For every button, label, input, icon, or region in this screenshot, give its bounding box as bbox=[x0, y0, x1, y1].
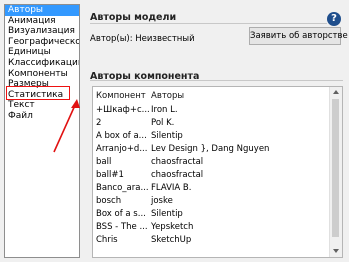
component-cell: A box of a... bbox=[96, 131, 147, 141]
component-cell: Arranjo+d... bbox=[96, 144, 148, 154]
authors-cell: FLAVIA B. bbox=[151, 183, 192, 193]
sidebar-item-file[interactable]: Файл bbox=[5, 111, 79, 122]
authors-cell: Lev Design }, Dang Nguyen bbox=[151, 144, 270, 154]
scroll-thumb[interactable] bbox=[332, 99, 339, 237]
table-scrollbar[interactable] bbox=[329, 87, 342, 257]
authors-cell: chaosfractal bbox=[151, 170, 204, 180]
authors-cell: Iron L. bbox=[151, 105, 178, 115]
authors-cell: Silentip bbox=[151, 131, 183, 141]
divider bbox=[90, 80, 343, 81]
column-header-component[interactable]: Компонент bbox=[96, 91, 146, 101]
sidebar-item-authors[interactable]: Авторы bbox=[5, 5, 79, 16]
help-icon[interactable]: ? bbox=[327, 12, 341, 26]
divider bbox=[90, 23, 327, 24]
authors-cell: Silentip bbox=[151, 209, 183, 219]
authors-cell: joske bbox=[151, 196, 173, 206]
scroll-up-icon[interactable] bbox=[333, 90, 339, 94]
component-cell: 2 bbox=[96, 118, 102, 128]
authors-cell: Yepsketch bbox=[151, 222, 194, 232]
authors-cell: chaosfractal bbox=[151, 157, 204, 167]
table-row[interactable]: ball#1 chaosfractal bbox=[93, 170, 333, 182]
component-cell: Banco_ara... bbox=[96, 183, 149, 193]
model-author-label: Автор(ы): Неизвестный bbox=[90, 34, 195, 44]
table-row[interactable]: ball chaosfractal bbox=[93, 157, 333, 169]
claim-authorship-button[interactable]: Заявить об авторстве bbox=[249, 27, 348, 45]
table-row[interactable]: Banco_ara... FLAVIA B. bbox=[93, 183, 333, 195]
sidebar-item-dimensions[interactable]: Размеры bbox=[5, 79, 79, 90]
table-row[interactable]: +Шкаф+с... Iron L. bbox=[93, 105, 333, 117]
component-cell: Box of a s... bbox=[96, 209, 146, 219]
sidebar-item-components[interactable]: Компоненты bbox=[5, 69, 79, 80]
authors-cell: Pol K. bbox=[151, 118, 175, 128]
table-row[interactable]: Chris SketchUp bbox=[93, 235, 333, 247]
column-header-authors[interactable]: Авторы bbox=[151, 91, 184, 101]
sidebar-nav-list[interactable]: Авторы Анимация Визуализация Географичес… bbox=[4, 4, 80, 258]
table-row[interactable]: Arranjo+d... Lev Design }, Dang Nguyen bbox=[93, 144, 333, 156]
component-cell: ball bbox=[96, 157, 112, 167]
sidebar-item-units[interactable]: Единицы bbox=[5, 47, 79, 58]
component-authors-table[interactable]: Компонент Авторы +Шкаф+с... Iron L. 2 Po… bbox=[92, 86, 343, 258]
sidebar-item-rendering[interactable]: Визуализация bbox=[5, 26, 79, 37]
component-cell: bosch bbox=[96, 196, 122, 206]
table-row[interactable]: bosch joske bbox=[93, 196, 333, 208]
component-cell: BSS - The ... bbox=[96, 222, 148, 232]
model-authors-title: Авторы модели bbox=[90, 12, 177, 23]
sidebar-item-classifications[interactable]: Классификации bbox=[5, 58, 79, 69]
table-row[interactable]: 2 Pol K. bbox=[93, 118, 333, 130]
authors-cell: SketchUp bbox=[151, 235, 192, 245]
component-cell: +Шкаф+с... bbox=[96, 105, 150, 115]
component-cell: Chris bbox=[96, 235, 118, 245]
component-cell: ball#1 bbox=[96, 170, 124, 180]
table-row[interactable]: A box of a... Silentip bbox=[93, 131, 333, 143]
sidebar-item-statistics[interactable]: Статистика bbox=[5, 90, 79, 101]
scroll-down-icon[interactable] bbox=[333, 249, 339, 253]
sidebar-item-text[interactable]: Текст bbox=[5, 100, 79, 111]
sidebar-item-geolocation[interactable]: Географическое п bbox=[5, 37, 79, 48]
table-row[interactable]: Box of a s... Silentip bbox=[93, 209, 333, 221]
sidebar-item-animation[interactable]: Анимация bbox=[5, 16, 79, 27]
table-row[interactable]: BSS - The ... Yepsketch bbox=[93, 222, 333, 234]
main-panel: Авторы модели ? Автор(ы): Неизвестный За… bbox=[84, 0, 349, 262]
